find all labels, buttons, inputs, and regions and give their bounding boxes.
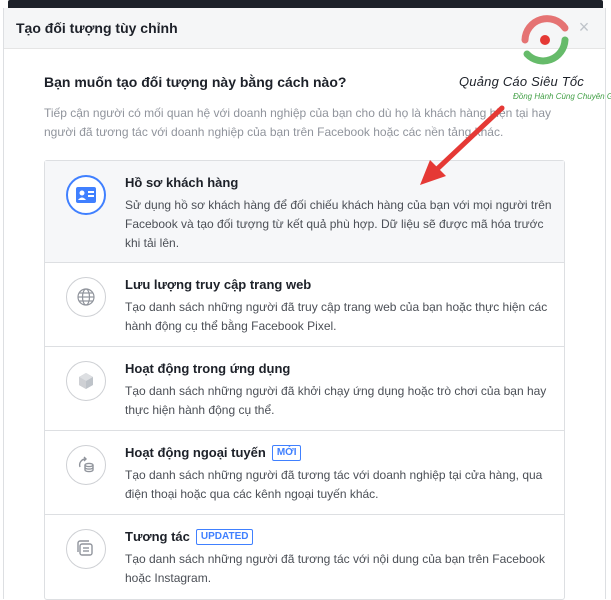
option-title: Lưu lượng truy cập trang web xyxy=(125,277,312,292)
option-title-text: Tương tác xyxy=(125,529,190,544)
option-description: Sử dụng hồ sơ khách hàng để đối chiếu kh… xyxy=(125,198,552,250)
option-description: Tạo danh sách những người đã khởi chạy ứ… xyxy=(125,384,547,417)
question-heading: Bạn muốn tạo đối tượng này bằng cách nào… xyxy=(44,74,347,90)
watermark-name: Quảng Cáo Siêu Tốc xyxy=(459,74,585,89)
audience-source-options: Hồ sơ khách hàng Sử dụng hồ sơ khách hàn… xyxy=(44,160,565,600)
offline-activity-icon xyxy=(66,445,106,485)
dialog-title: Tạo đối tượng tùy chỉnh xyxy=(16,20,178,36)
option-app-activity[interactable]: Hoạt động trong ứng dụng Tạo danh sách n… xyxy=(45,347,564,431)
option-website-traffic[interactable]: Lưu lượng truy cập trang web Tạo danh sá… xyxy=(45,263,564,347)
customer-file-icon xyxy=(66,175,106,215)
option-description: Tạo danh sách những người đã tương tác v… xyxy=(125,468,543,501)
watermark-logo: Quảng Cáo Siêu Tốc Đồng Hành Cùng Chuyên… xyxy=(453,10,611,102)
window-top-bar xyxy=(8,0,603,8)
watermark-tagline: Đồng Hành Cùng Chuyên Gia xyxy=(513,92,611,101)
option-title-text: Hoạt động ngoại tuyến xyxy=(125,445,266,460)
option-title: Hoạt động trong ứng dụng xyxy=(125,361,291,376)
logo-swirl-icon xyxy=(521,15,569,65)
window-top-edge xyxy=(0,0,611,8)
option-title: Tương tác UPDATED xyxy=(125,529,254,545)
option-customer-file[interactable]: Hồ sơ khách hàng Sử dụng hồ sơ khách hàn… xyxy=(45,161,564,263)
option-description: Tạo danh sách những người đã truy cập tr… xyxy=(125,300,548,333)
option-engagement[interactable]: Tương tác UPDATED Tạo danh sách những ngư… xyxy=(45,515,564,599)
app-cube-icon xyxy=(66,361,106,401)
engagement-icon xyxy=(66,529,106,569)
new-badge: MỚI xyxy=(271,445,302,461)
option-offline-activity[interactable]: Hoạt động ngoại tuyến MỚI Tạo danh sách n… xyxy=(45,431,564,515)
option-title: Hoạt động ngoại tuyến MỚI xyxy=(125,445,302,461)
updated-badge: UPDATED xyxy=(195,529,254,545)
option-description: Tạo danh sách những người đã tương tác v… xyxy=(125,552,545,585)
globe-icon xyxy=(66,277,106,317)
question-description: Tiếp cận người có mối quan hệ với doanh … xyxy=(44,106,552,139)
option-title: Hồ sơ khách hàng xyxy=(125,175,239,190)
